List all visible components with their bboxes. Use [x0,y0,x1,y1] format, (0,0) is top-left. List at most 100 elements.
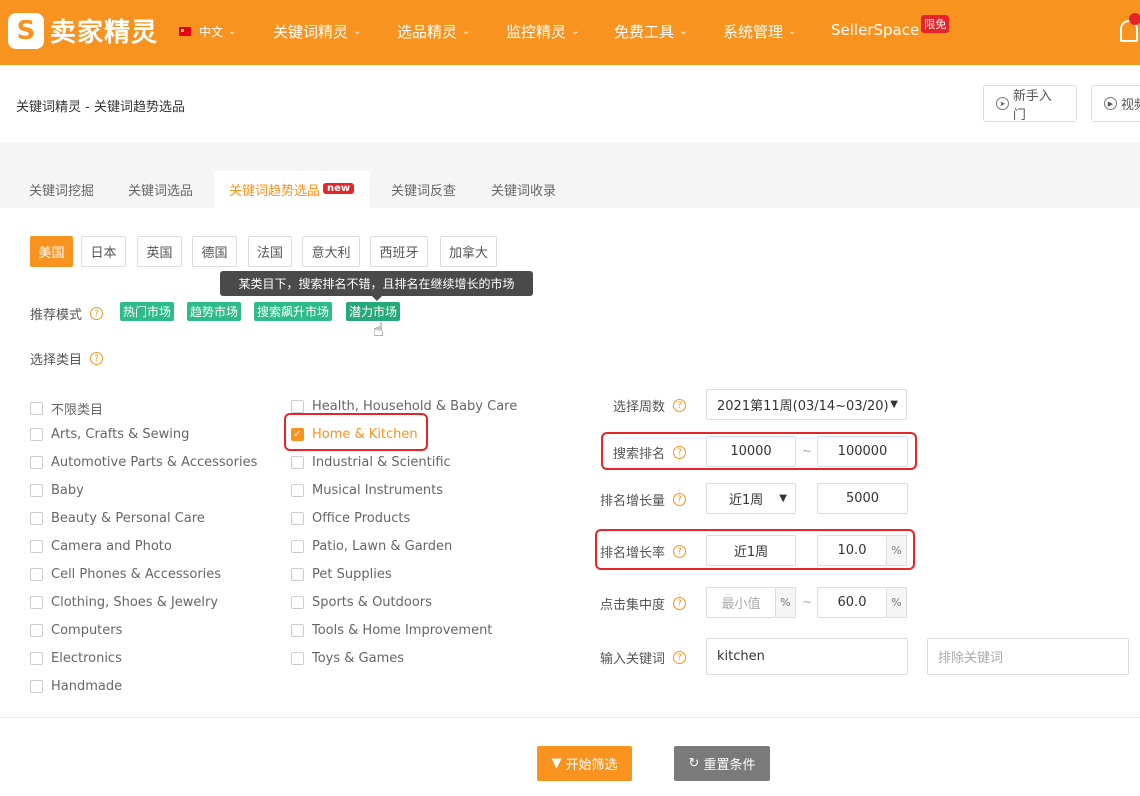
category-checkbox[interactable]: 不限类目 [30,399,103,418]
country-us[interactable]: 美国 [30,236,73,267]
checkbox[interactable] [291,596,304,609]
category-checkbox[interactable]: Sports & Outdoors [291,595,432,610]
checkbox[interactable] [30,402,43,415]
help-icon[interactable]: ? [90,307,104,320]
help-icon[interactable]: ? [673,651,686,664]
exclude-keyword-input[interactable]: 排除关键词 [927,638,1129,675]
reset-button[interactable]: ↻ 重置条件 [674,746,770,781]
checkbox[interactable] [30,540,43,553]
category-checkbox[interactable]: Beauty & Personal Care [30,511,205,526]
checkbox[interactable] [291,624,304,637]
nav-free-tools[interactable]: 免费工具 ⌄ [614,21,687,42]
checkbox[interactable] [30,596,43,609]
newbie-guide-button[interactable]: ➤ 新手入门 [983,85,1077,123]
mode-surge-market[interactable]: 搜索飙升市场 [254,302,333,321]
category-checkbox[interactable]: Automotive Parts & Accessories [30,455,257,470]
growth-value-input[interactable]: 5000 [817,483,908,514]
category-checkbox[interactable]: Electronics [30,651,122,666]
logo[interactable]: S 卖家精灵 [8,12,158,49]
category-checkbox[interactable]: Computers [30,623,122,638]
category-checkbox[interactable]: Health, Household & Baby Care [291,399,517,414]
help-icon[interactable]: ? [673,399,686,412]
category-checkbox[interactable]: Tools & Home Improvement [291,623,492,638]
category-label: Clothing, Shoes & Jewelry [51,595,219,610]
checkbox[interactable] [30,680,43,693]
checkbox[interactable] [291,512,304,525]
tooltip: 某类目下，搜索排名不错，且排名在继续增长的市场 [220,271,533,301]
help-icon[interactable]: ? [90,352,104,365]
category-checkbox[interactable]: Handmade [30,679,122,694]
help-icon[interactable]: ? [673,446,686,459]
mode-potential-market[interactable]: 潜力市场 [346,302,401,321]
category-checkbox[interactable]: Arts, Crafts & Sewing [30,427,189,442]
category-checkbox[interactable]: Patio, Lawn & Garden [291,539,452,554]
tab-keyword-trend[interactable]: 关键词趋势选品 new [229,180,355,199]
checkbox[interactable] [30,568,43,581]
category-checkbox[interactable]: Clothing, Shoes & Jewelry [30,595,218,610]
country-uk[interactable]: 英国 [137,236,182,267]
country-it[interactable]: 意大利 [302,236,360,267]
keyword-input[interactable]: kitchen [706,638,908,675]
tab-keyword-indexing[interactable]: 关键词收录 [491,180,556,199]
click-max-input[interactable]: 60.0 [817,587,887,618]
country-jp[interactable]: 日本 [81,236,126,267]
checkbox[interactable] [30,512,43,525]
nav-sellerspace[interactable]: SellerSpace 限免 [831,15,950,39]
rank-growth-rate-label: 排名增长率? [586,542,686,561]
label-text: 点击集中度 [599,598,665,613]
start-filter-button[interactable]: ▼ 开始筛选 [537,746,632,781]
click-min-input[interactable]: 最小值 [706,587,776,618]
country-de[interactable]: 德国 [192,236,237,267]
rate-period-field[interactable]: 近1周 [706,535,796,566]
checkbox[interactable] [291,484,304,497]
tab-keyword-reverse[interactable]: 关键词反查 [391,180,456,199]
help-icon[interactable]: ? [673,493,686,506]
checkbox[interactable] [30,652,43,665]
category-checkbox[interactable]: Baby [30,483,84,498]
category-checkbox[interactable]: Camera and Photo [30,539,172,554]
checkbox[interactable] [291,540,304,553]
label-text: 选择周数 [612,400,665,415]
category-checkbox[interactable]: Industrial & Scientific [291,455,451,470]
checkbox[interactable] [30,456,43,469]
help-icon[interactable]: ? [673,597,686,610]
checkbox[interactable] [291,400,304,413]
label-text: 输入关键词 [599,652,665,667]
mode-trend-market[interactable]: 趋势市场 [187,302,242,321]
mode-hot-market[interactable]: 热门市场 [120,302,175,321]
checkbox[interactable] [291,568,304,581]
checkbox[interactable] [291,456,304,469]
label-text: 选择类目 [30,353,83,368]
checkbox[interactable] [291,652,304,665]
nav-keyword-wizard[interactable]: 关键词精灵 ⌄ [273,21,361,42]
country-fr[interactable]: 法国 [248,236,292,267]
rank-min-input[interactable]: 10000 [706,436,796,467]
nav-product-wizard[interactable]: 选品精灵 ⌄ [397,21,470,42]
video-button[interactable]: ▶ 视频 [1091,85,1140,122]
nav-system-management[interactable]: 系统管理 ⌄ [723,21,796,42]
tab-keyword-selection[interactable]: 关键词选品 [128,180,193,199]
category-checkbox[interactable]: Pet Supplies [291,567,392,582]
country-es[interactable]: 西班牙 [370,236,428,267]
range-dash: ~ [802,595,813,609]
category-checkbox[interactable]: Office Products [291,511,410,526]
chevron-down-icon: ⌄ [571,26,580,37]
checkbox[interactable] [30,428,43,441]
rank-max-input[interactable]: 100000 [817,436,908,467]
category-checkbox[interactable]: Toys & Games [291,651,404,666]
help-icon[interactable]: ? [673,545,686,558]
language-selector[interactable]: 中文 ⌄ [179,23,236,40]
category-label: Sports & Outdoors [312,595,432,610]
nav-label: 监控精灵 [506,23,567,41]
growth-period-select[interactable]: 近1周 ▼ [706,483,796,514]
category-checkbox[interactable]: Musical Instruments [291,483,443,498]
checkbox[interactable] [30,484,43,497]
tab-keyword-mining[interactable]: 关键词挖掘 [29,180,94,199]
button-label: 开始筛选 [565,758,618,773]
category-checkbox[interactable]: Cell Phones & Accessories [30,567,221,582]
rate-value-input[interactable]: 10.0 [817,535,887,566]
checkbox[interactable] [30,624,43,637]
week-select[interactable]: 2021第11周(03/14~03/20) ▼ [706,389,907,420]
country-ca[interactable]: 加拿大 [440,236,497,267]
nav-monitor-wizard[interactable]: 监控精灵 ⌄ [506,21,579,42]
